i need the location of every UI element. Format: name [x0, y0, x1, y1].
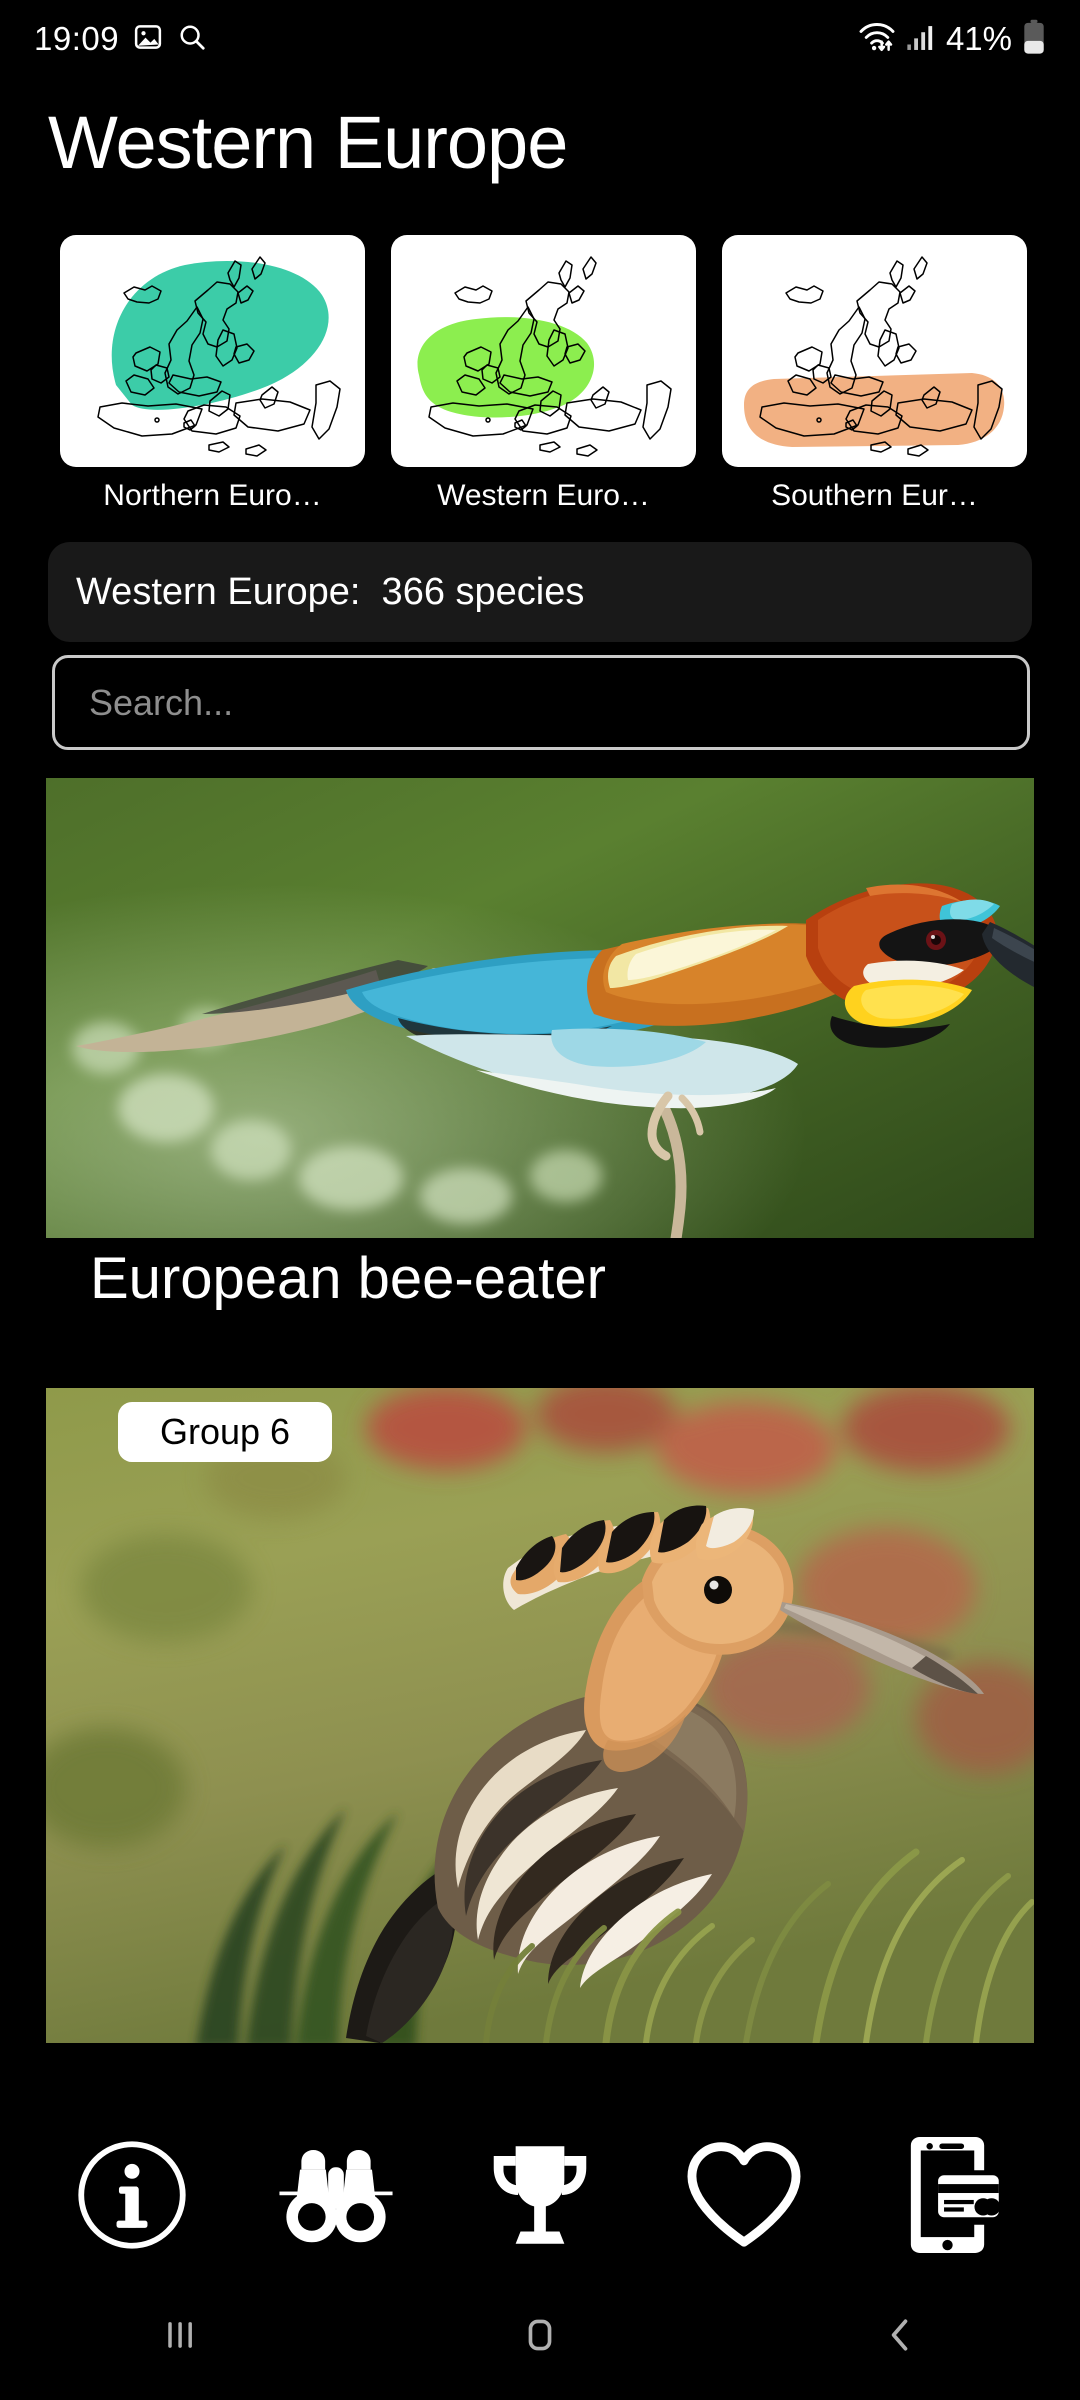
status-time: 19:09	[34, 20, 120, 57]
group-badge[interactable]: Group 6	[118, 1402, 333, 1462]
search-icon	[177, 22, 207, 57]
status-bar-right: 41%	[858, 19, 1046, 60]
species-count-text: Western Europe: 366 species	[76, 570, 585, 613]
region-selector: Northern Euro… Western Euro… Southern Eu…	[0, 235, 1080, 535]
region-label: Western Euro…	[437, 479, 650, 512]
toolbar-button-achievements[interactable]	[465, 2133, 615, 2263]
nav-button-home[interactable]	[450, 2288, 630, 2388]
app-screen: 19:09 41% Western Europe Northern Euro… …	[0, 0, 1080, 2400]
region-card-northern-europe[interactable]: Northern Euro…	[60, 235, 365, 535]
battery-percent: 41%	[945, 20, 1012, 57]
species-card[interactable]: European bee-eater	[46, 778, 1034, 1311]
region-card-southern-europe[interactable]: Southern Eur…	[722, 235, 1027, 535]
wifi-icon	[858, 21, 896, 58]
recents-icon	[158, 2313, 202, 2362]
heart-icon	[682, 2138, 806, 2257]
phone-card-icon	[896, 2135, 1001, 2260]
species-name: European bee-eater	[90, 1246, 606, 1311]
region-label: Northern Euro…	[103, 479, 322, 512]
toolbar-button-info[interactable]	[57, 2133, 207, 2263]
android-nav-bar	[0, 2275, 1080, 2400]
region-thumbnail-northern-europe[interactable]	[60, 235, 365, 467]
image-icon	[133, 22, 163, 57]
species-count-bar: Western Europe: 366 species	[48, 542, 1032, 642]
nav-button-back[interactable]	[810, 2288, 990, 2388]
page-title: Western Europe	[48, 101, 568, 184]
status-bar: 19:09 41%	[0, 0, 1080, 78]
toolbar-button-observations[interactable]	[261, 2133, 411, 2263]
back-icon	[878, 2313, 922, 2362]
search-field[interactable]	[52, 655, 1030, 750]
species-photo[interactable]	[46, 778, 1034, 1238]
species-card[interactable]: Group 6	[46, 1388, 1034, 2043]
bottom-toolbar	[0, 2120, 1080, 2275]
region-card-western-europe[interactable]: Western Euro…	[391, 235, 696, 535]
trophy-icon	[484, 2136, 596, 2259]
info-icon	[74, 2137, 190, 2258]
signal-icon	[906, 22, 936, 57]
home-icon	[518, 2313, 562, 2362]
status-bar-left: 19:09	[34, 20, 207, 58]
toolbar-button-favourites[interactable]	[669, 2133, 819, 2263]
nav-button-recents[interactable]	[90, 2288, 270, 2388]
species-photo[interactable]	[46, 1388, 1034, 2043]
region-label: Southern Eur…	[771, 479, 978, 512]
region-thumbnail-western-europe[interactable]	[391, 235, 696, 467]
region-thumbnail-southern-europe[interactable]	[722, 235, 1027, 467]
binoculars-icon	[276, 2140, 396, 2255]
battery-icon	[1022, 19, 1046, 60]
toolbar-button-support[interactable]	[873, 2133, 1023, 2263]
search-input[interactable]	[55, 658, 1027, 747]
